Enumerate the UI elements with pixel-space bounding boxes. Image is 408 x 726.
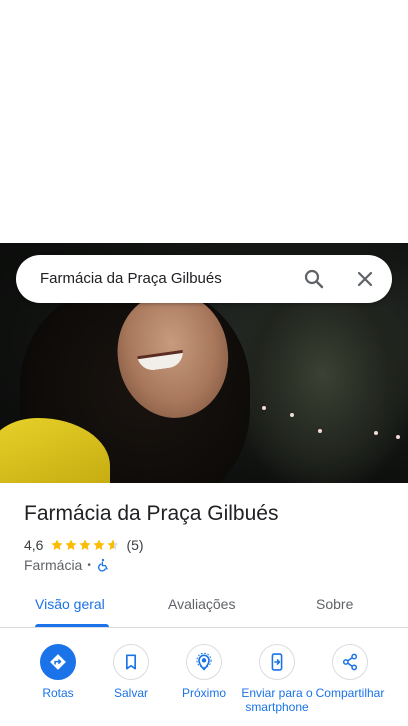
share-icon [342, 653, 358, 671]
night-light [374, 431, 378, 435]
directions-icon [50, 654, 66, 670]
tree-background [238, 303, 408, 483]
review-count[interactable]: (5) [126, 537, 143, 553]
share-label: Compartilhar [315, 686, 385, 700]
nearby-button-circle[interactable] [186, 644, 222, 680]
rating-stars [50, 538, 120, 552]
tab-bar: Visão geral Avaliações Sobre [0, 585, 408, 628]
rating-value: 4,6 [24, 537, 44, 553]
bookmark-icon [126, 654, 136, 670]
night-light [318, 429, 322, 433]
send-to-phone-button[interactable]: Enviar para o smartphone [239, 644, 315, 714]
night-light [290, 413, 294, 417]
night-light [396, 435, 400, 439]
share-button[interactable]: Compartilhar [312, 644, 388, 700]
star-icon [79, 539, 92, 550]
wheelchair-accessible-icon [97, 558, 108, 572]
directions-button-circle[interactable] [40, 644, 76, 680]
map-area[interactable] [0, 0, 408, 243]
star-icon [107, 539, 120, 550]
separator-dot: • [87, 559, 91, 571]
directions-button[interactable]: Rotas [20, 644, 96, 700]
place-category: Farmácia [24, 557, 83, 573]
tab-selected-indicator [35, 624, 109, 627]
tab-about[interactable]: Sobre [316, 596, 353, 612]
search-icon[interactable] [302, 267, 326, 291]
nearby-button[interactable]: Próximo [166, 644, 242, 700]
tab-reviews[interactable]: Avaliações [168, 596, 235, 612]
night-light [262, 406, 266, 410]
search-bar[interactable]: Farmácia da Praça Gilbués [16, 255, 392, 303]
send-to-phone-label: Enviar para o smartphone [241, 686, 313, 714]
star-icon [51, 539, 64, 550]
star-icon [65, 539, 78, 550]
place-title: Farmácia da Praça Gilbués [24, 502, 279, 525]
directions-label: Rotas [42, 686, 74, 700]
send-to-phone-icon [271, 653, 283, 671]
rating-row[interactable]: 4,6 (5) [24, 537, 144, 553]
send-to-phone-button-circle[interactable] [259, 644, 295, 680]
search-query[interactable]: Farmácia da Praça Gilbués [40, 270, 222, 287]
nearby-label: Próximo [181, 686, 226, 700]
save-button[interactable]: Salvar [93, 644, 169, 700]
star-icon [93, 539, 106, 550]
close-icon[interactable] [353, 267, 377, 291]
share-button-circle[interactable] [332, 644, 368, 680]
tab-overview[interactable]: Visão geral [35, 596, 105, 612]
nearby-icon [196, 652, 212, 671]
save-label: Salvar [113, 686, 148, 700]
save-button-circle[interactable] [113, 644, 149, 680]
category-row: Farmácia • [24, 557, 110, 573]
